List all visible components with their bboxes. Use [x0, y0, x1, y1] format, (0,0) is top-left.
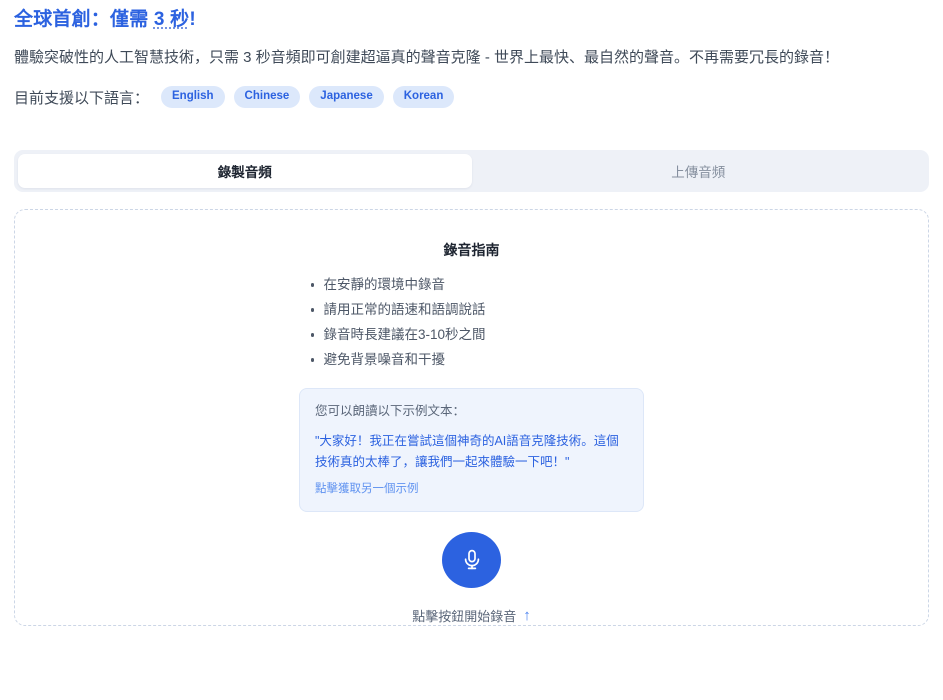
start-recording-button[interactable] [442, 532, 501, 588]
supported-languages: 目前支援以下語言： English Chinese Japanese Korea… [14, 70, 929, 108]
recording-guide-list: 在安靜的環境中錄音 請用正常的語速和語調說話 錄音時長建議在3-10秒之間 避免… [307, 272, 637, 372]
sample-text-box: 您可以朗讀以下示例文本： "大家好！我正在嘗試這個神奇的AI語音克隆技術。這個技… [299, 388, 644, 512]
microphone-icon [460, 548, 484, 572]
list-item: 在安靜的環境中錄音 [307, 272, 637, 297]
tab-upload-audio[interactable]: 上傳音頻 [472, 154, 926, 188]
language-pill-chinese: Chinese [233, 86, 301, 108]
page-title-suffix: ! [189, 9, 196, 30]
sample-text-quote: "大家好！我正在嘗試這個神奇的AI語音克隆技術。這個技術真的太棒了，讓我們一起來… [315, 434, 619, 469]
recording-guide-title: 錄音指南 [443, 242, 500, 258]
arrow-up-icon: ↑ [523, 607, 531, 624]
recording-hint: 點擊按鈕開始錄音 ↑ [412, 606, 531, 625]
app-root: 全球首創：僅需 3 秒! 體驗突破性的人工智慧技術，只需 3 秒音頻即可創建超逼… [0, 0, 943, 700]
page-description: 體驗突破性的人工智慧技術，只需 3 秒音頻即可創建超逼真的聲音克隆 - 世界上最… [14, 49, 840, 66]
tab-record-audio-label: 錄製音頻 [217, 165, 272, 180]
recorder-panel: 錄音指南 在安靜的環境中錄音 請用正常的語速和語調說話 錄音時長建議在3-10秒… [14, 209, 929, 626]
list-item: 錄音時長建議在3-10秒之間 [307, 322, 637, 347]
language-pill-korean: Korean [392, 86, 455, 108]
language-pill-english: English [161, 86, 225, 108]
list-item: 避免背景噪音和干擾 [307, 347, 637, 372]
tab-upload-audio-label: 上傳音頻 [671, 165, 726, 180]
language-pill-japanese: Japanese [309, 86, 384, 108]
page-title: 全球首創：僅需 3 秒! [14, 0, 929, 33]
page-title-prefix: 全球首創：僅需 [14, 9, 154, 30]
mode-tab-bar: 錄製音頻 上傳音頻 [14, 150, 929, 192]
sample-text-prompt: 您可以朗讀以下示例文本： [315, 404, 466, 418]
list-item: 請用正常的語速和語調說話 [307, 297, 637, 322]
tab-record-audio[interactable]: 錄製音頻 [18, 154, 472, 188]
recording-hint-label: 點擊按鈕開始錄音 [412, 609, 517, 624]
another-sample-link[interactable]: 點擊獲取另一個示例 [315, 480, 419, 498]
supported-languages-label: 目前支援以下語言： [14, 89, 150, 107]
page-title-highlight: 3 秒 [153, 9, 190, 30]
